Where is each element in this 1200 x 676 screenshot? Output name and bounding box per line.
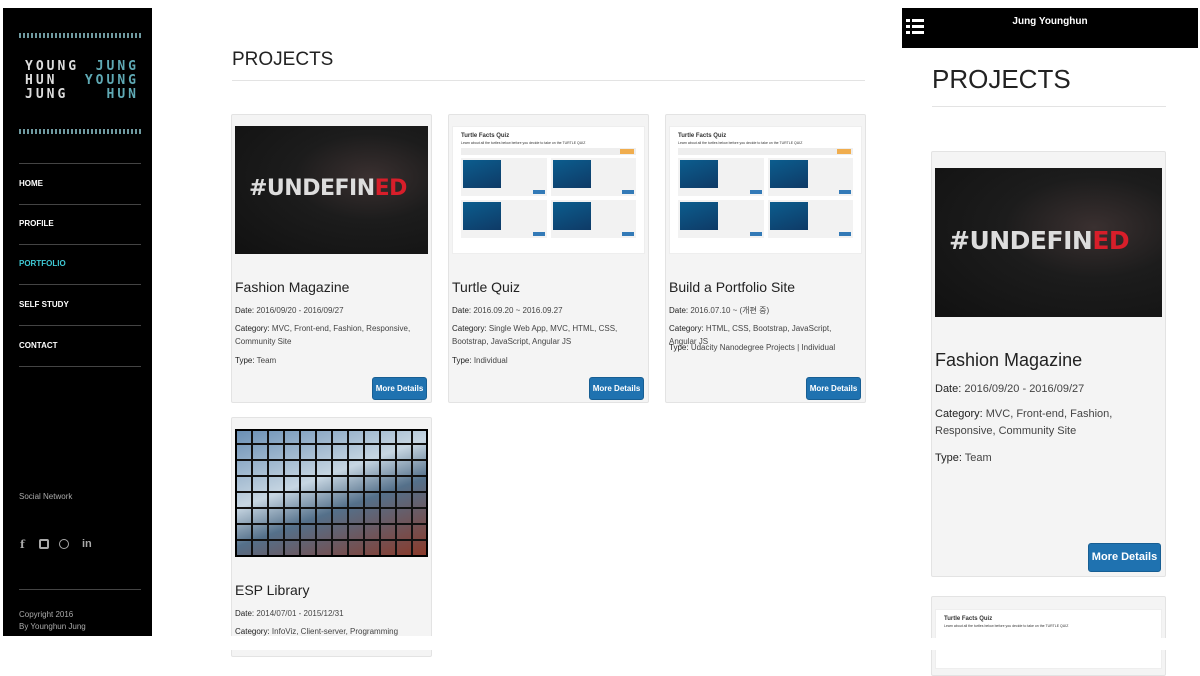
divider [19, 589, 141, 590]
decorative-dots [19, 129, 141, 134]
divider [19, 325, 141, 326]
project-date: Date: 2014/07/01 - 2015/12/31 [235, 609, 344, 618]
more-details-button[interactable]: More Details [1088, 543, 1161, 572]
nav-profile[interactable]: PROFILE [19, 219, 54, 228]
linkedin-icon[interactable]: in [82, 538, 92, 550]
project-card: Turtle Facts Quiz Learn about all the tur… [931, 596, 1166, 676]
divider [232, 80, 865, 81]
project-title: Fashion Magazine [235, 279, 350, 295]
project-type: Type: Team [235, 356, 277, 365]
divider [19, 284, 141, 285]
project-category: Category: MVC, Front-end, Fashion, Respo… [935, 408, 1113, 437]
project-thumbnail[interactable]: Turtle Facts Quiz Learn about all the tur… [452, 126, 645, 254]
divider [19, 366, 141, 367]
project-date: Date: 2016/09/20 - 2016/09/27 [235, 306, 344, 315]
page-title: PROJECTS [232, 49, 334, 70]
divider [19, 244, 141, 245]
divider [932, 106, 1166, 107]
nav-portfolio[interactable]: PORTFOLIO [19, 259, 66, 268]
project-title: Turtle Quiz [452, 279, 520, 295]
facebook-icon[interactable]: f [20, 538, 25, 551]
project-thumbnail[interactable]: Turtle Facts Quiz Learn about all the tur… [669, 126, 862, 254]
project-title: Build a Portfolio Site [669, 279, 796, 295]
mobile-header-title: Jung Younghun [1012, 16, 1088, 27]
project-card: ESP Library Date: 2014/07/01 - 2015/12/3… [231, 417, 432, 657]
project-thumbnail[interactable]: #UNDEFINED [235, 126, 428, 254]
mobile-page-title: PROJECTS [932, 64, 1071, 94]
sidebar: YOUNG HUN JUNG JUNG YOUNG HUN HOME PROFI… [3, 8, 152, 636]
project-date: Date: 2016.09.20 ~ 2016.09.27 [452, 306, 563, 315]
logo-text: JUNG [95, 59, 139, 74]
social-title: Social Network [19, 492, 73, 501]
nav-contact[interactable]: CONTACT [19, 341, 58, 350]
logo-text: YOUNG [84, 73, 139, 88]
instagram-icon[interactable] [39, 539, 49, 549]
more-details-button[interactable]: More Details [372, 377, 427, 400]
mobile-header: Jung Younghun [902, 8, 1198, 48]
project-card: Turtle Facts Quiz Learn about all the tur… [448, 114, 649, 403]
pinterest-icon[interactable] [59, 539, 69, 549]
project-type: Type: Team [935, 452, 992, 464]
project-title: ESP Library [235, 582, 310, 598]
project-type: Type: Udacity Nanodegree Projects | Indi… [669, 343, 836, 352]
project-card: #UNDEFINED Fashion Magazine Date: 2016/0… [231, 114, 432, 403]
project-thumbnail[interactable] [235, 429, 428, 557]
more-details-button[interactable]: More Details [589, 377, 644, 400]
divider [19, 204, 141, 205]
logo-text: HUN [106, 87, 139, 102]
project-date: Date: 2016.07.10 ~ (개편 중) [669, 306, 770, 315]
copyright: Copyright 2016 [19, 610, 74, 619]
more-details-button[interactable]: More Details [806, 377, 861, 400]
author: By Younghun Jung [19, 622, 86, 631]
project-type: Type: Individual [452, 356, 508, 365]
project-category: Category: Single Web App, MVC, HTML, CSS… [452, 324, 618, 346]
project-date: Date: 2016/09/20 - 2016/09/27 [935, 383, 1085, 395]
nav-home[interactable]: HOME [19, 179, 43, 188]
project-card: #UNDEFINED Fashion Magazine Date: 2016/0… [931, 151, 1166, 577]
project-title: Fashion Magazine [935, 350, 1083, 370]
project-card: Turtle Facts Quiz Learn about all the tur… [665, 114, 866, 403]
decorative-dots [19, 33, 141, 38]
nav-self-study[interactable]: SELF STUDY [19, 300, 69, 309]
divider [19, 163, 141, 164]
project-thumbnail[interactable]: #UNDEFINED [935, 168, 1162, 317]
project-category: Category: MVC, Front-end, Fashion, Respo… [235, 324, 411, 346]
